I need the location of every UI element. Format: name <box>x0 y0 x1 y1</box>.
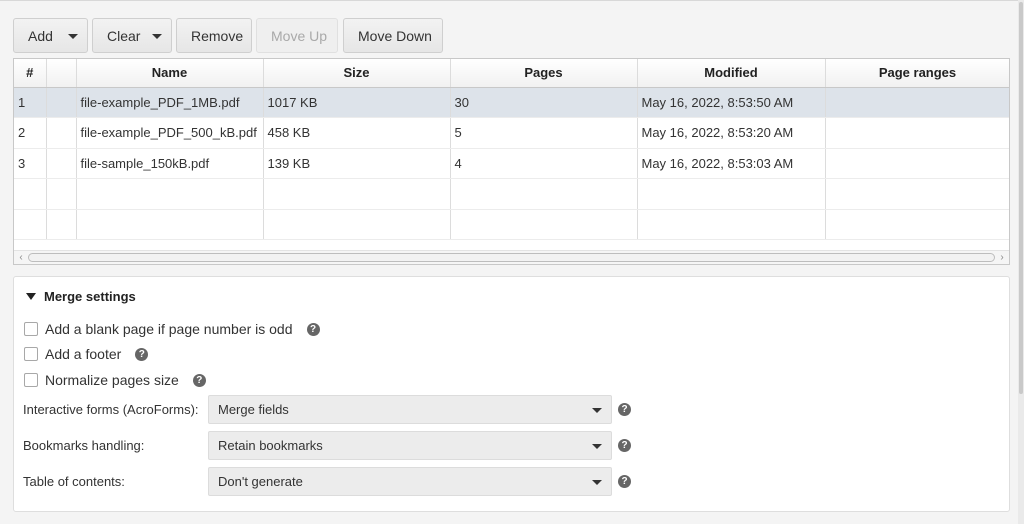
cell-page-ranges[interactable] <box>825 148 1009 179</box>
table-header-row: # Name Size Pages Modified Page ranges <box>14 59 1009 88</box>
merge-settings-title: Merge settings <box>44 289 136 304</box>
scroll-right-icon[interactable]: › <box>996 251 1008 264</box>
cell-size: 139 KB <box>263 148 451 179</box>
cell-index: 3 <box>14 148 47 179</box>
acroforms-select[interactable]: Merge fields <box>208 395 612 424</box>
merge-settings-header[interactable]: Merge settings <box>26 289 136 304</box>
files-grid: # Name Size Pages Modified Page ranges 1… <box>14 59 1009 240</box>
option-footer[interactable]: Add a footer ? <box>24 346 149 362</box>
help-icon[interactable]: ? <box>618 475 631 488</box>
chevron-down-icon <box>592 480 602 485</box>
collapse-triangle-icon[interactable] <box>26 293 36 300</box>
option-normalize[interactable]: Normalize pages size ? <box>24 372 206 388</box>
bookmarks-value: Retain bookmarks <box>218 438 323 453</box>
clear-button[interactable]: Clear <box>92 18 172 53</box>
help-icon[interactable]: ? <box>192 373 206 387</box>
clear-button-label: Clear <box>107 27 141 44</box>
cell-page-ranges[interactable] <box>825 117 1009 149</box>
help-icon[interactable]: ? <box>306 322 320 336</box>
chevron-down-icon <box>152 34 162 39</box>
cell-modified: May 16, 2022, 8:53:20 AM <box>637 117 826 149</box>
chevron-down-icon <box>592 444 602 449</box>
normalize-label: Normalize pages size <box>45 372 179 388</box>
table-row[interactable]: 1 file-example_PDF_1MB.pdf 1017 KB 30 Ma… <box>14 87 1009 118</box>
cell-page-ranges[interactable] <box>825 87 1009 118</box>
remove-button-label: Remove <box>191 27 244 44</box>
column-header-pages[interactable]: Pages <box>450 59 638 88</box>
remove-button[interactable]: Remove <box>176 18 252 53</box>
cell-name: file-example_PDF_500_kB.pdf <box>76 117 264 149</box>
table-row[interactable]: 2 file-example_PDF_500_kB.pdf 458 KB 5 M… <box>14 117 1009 149</box>
scrollbar-thumb[interactable] <box>28 253 995 262</box>
cell-blank <box>46 87 77 118</box>
toc-value: Don't generate <box>218 474 303 489</box>
acroforms-label: Interactive forms (AcroForms): <box>23 402 199 417</box>
bookmarks-label: Bookmarks handling: <box>23 438 145 453</box>
cell-index: 1 <box>14 87 47 118</box>
merge-settings-panel: Merge settings Add a blank page if page … <box>13 276 1010 512</box>
move-down-button[interactable]: Move Down <box>343 18 443 53</box>
cell-pages: 5 <box>450 117 638 149</box>
normalize-checkbox[interactable] <box>24 373 38 387</box>
help-icon[interactable]: ? <box>135 347 149 361</box>
chevron-down-icon <box>68 34 78 39</box>
chevron-down-icon <box>592 408 602 413</box>
cell-blank <box>46 148 77 179</box>
window-scrollbar-thumb[interactable] <box>1019 2 1023 394</box>
option-blank-page[interactable]: Add a blank page if page number is odd ? <box>24 321 320 337</box>
cell-size: 1017 KB <box>263 87 451 118</box>
move-up-button[interactable]: Move Up <box>256 18 338 53</box>
cell-pages: 4 <box>450 148 638 179</box>
cell-name: file-example_PDF_1MB.pdf <box>76 87 264 118</box>
help-icon[interactable]: ? <box>618 439 631 452</box>
move-down-button-label: Move Down <box>358 27 432 44</box>
table-horizontal-scrollbar[interactable]: ‹ › <box>14 250 1009 264</box>
empty-row <box>14 178 1009 210</box>
column-header-modified[interactable]: Modified <box>637 59 826 88</box>
window-scrollbar[interactable] <box>1018 0 1024 524</box>
scroll-left-icon[interactable]: ‹ <box>15 251 27 264</box>
blank-page-label: Add a blank page if page number is odd <box>45 321 293 337</box>
toc-label: Table of contents: <box>23 474 125 489</box>
help-icon[interactable]: ? <box>618 403 631 416</box>
cell-pages: 30 <box>450 87 638 118</box>
empty-row <box>14 209 1009 240</box>
toc-select[interactable]: Don't generate <box>208 467 612 496</box>
column-header-name[interactable]: Name <box>76 59 264 88</box>
column-header-page-ranges[interactable]: Page ranges <box>825 59 1009 88</box>
add-button-label: Add <box>28 27 53 44</box>
column-header-index[interactable]: # <box>14 59 47 88</box>
cell-modified: May 16, 2022, 8:53:50 AM <box>637 87 826 118</box>
cell-modified: May 16, 2022, 8:53:03 AM <box>637 148 826 179</box>
acroforms-value: Merge fields <box>218 402 289 417</box>
bookmarks-select[interactable]: Retain bookmarks <box>208 431 612 460</box>
files-table: # Name Size Pages Modified Page ranges 1… <box>13 58 1010 265</box>
column-header-blank[interactable] <box>46 59 77 88</box>
top-divider <box>0 0 1024 1</box>
footer-label: Add a footer <box>45 346 122 362</box>
move-up-button-label: Move Up <box>271 27 328 44</box>
column-header-size[interactable]: Size <box>263 59 451 88</box>
cell-size: 458 KB <box>263 117 451 149</box>
cell-index: 2 <box>14 117 47 149</box>
add-button[interactable]: Add <box>13 18 88 53</box>
table-row[interactable]: 3 file-sample_150kB.pdf 139 KB 4 May 16,… <box>14 148 1009 179</box>
cell-blank <box>46 117 77 149</box>
footer-checkbox[interactable] <box>24 347 38 361</box>
blank-page-checkbox[interactable] <box>24 322 38 336</box>
cell-name: file-sample_150kB.pdf <box>76 148 264 179</box>
